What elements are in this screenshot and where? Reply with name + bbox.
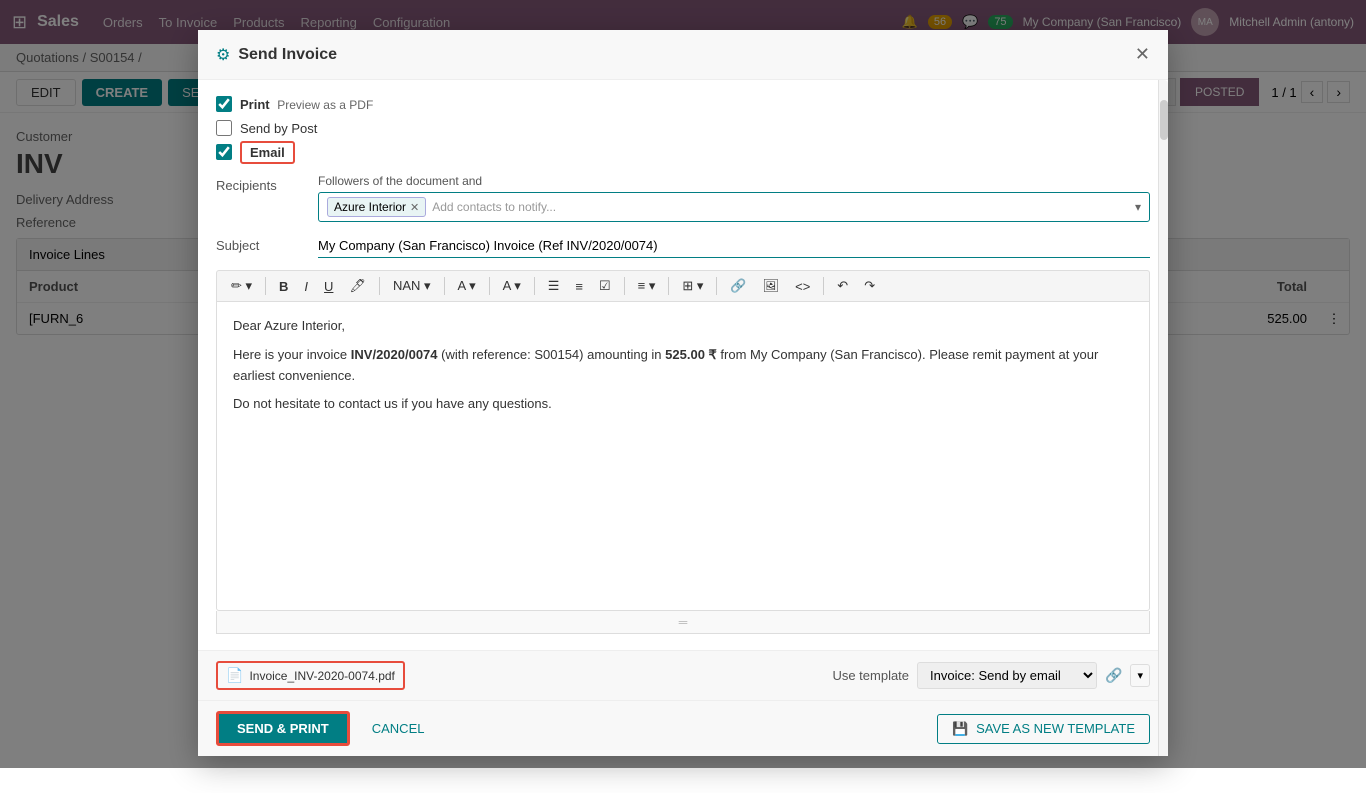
options-section: Print Preview as a PDF Send by Post Emai… xyxy=(216,96,1150,160)
toolbar-underline-btn[interactable]: U xyxy=(318,276,339,297)
send-invoice-modal: ⚙ Send Invoice ✕ Print Preview as a PDF … xyxy=(198,30,1168,756)
toolbar-bold-btn[interactable]: B xyxy=(273,276,294,297)
recipients-label: Recipients xyxy=(216,174,306,193)
recipients-input[interactable]: Azure Interior ✕ Add contacts to notify.… xyxy=(318,192,1150,222)
toolbar-undo-btn[interactable]: ↶ xyxy=(831,275,854,297)
toolbar-sep-5 xyxy=(534,277,535,295)
send-post-checkbox[interactable] xyxy=(216,120,232,136)
subject-input[interactable] xyxy=(318,234,1150,258)
email-checkbox[interactable] xyxy=(216,144,232,160)
modal-title: Send Invoice xyxy=(238,46,337,64)
toolbar-sep-3 xyxy=(444,277,445,295)
modal-overlay: ⚙ Send Invoice ✕ Print Preview as a PDF … xyxy=(0,0,1366,768)
email-line2: Do not hesitate to contact us if you hav… xyxy=(233,394,1133,415)
email-editor[interactable]: Dear Azure Interior, Here is your invoic… xyxy=(216,301,1150,611)
toolbar-sep-8 xyxy=(716,277,717,295)
modal-header: ⚙ Send Invoice ✕ xyxy=(198,30,1168,80)
toolbar-sep-1 xyxy=(265,277,266,295)
subject-label: Subject xyxy=(216,234,306,253)
editor-resize-handle[interactable]: ═ xyxy=(216,611,1150,634)
print-label: Print Preview as a PDF xyxy=(240,97,373,112)
recipients-row: Recipients Followers of the document and… xyxy=(216,174,1150,222)
toolbar-image-btn[interactable]: 🖼 xyxy=(757,275,786,297)
template-select[interactable]: Invoice: Send by email xyxy=(917,662,1097,689)
modal-footer: 📄 Invoice_INV-2020-0074.pdf Use template… xyxy=(198,650,1168,700)
template-dropdown-button[interactable]: ▾ xyxy=(1130,664,1150,687)
azure-interior-tag: Azure Interior ✕ xyxy=(327,197,426,217)
toolbar-fontsize-btn[interactable]: A ▾ xyxy=(452,275,482,297)
toolbar-strikethrough-btn[interactable]: 🖊 xyxy=(343,275,372,297)
add-contacts-placeholder: Add contacts to notify... xyxy=(432,200,556,214)
recipients-hint: Followers of the document and xyxy=(318,174,1150,188)
invoice-ref-bold: INV/2020/0074 xyxy=(351,347,438,362)
toolbar-link-btn[interactable]: 🔗 xyxy=(724,275,752,297)
recipients-field: Followers of the document and Azure Inte… xyxy=(318,174,1150,222)
send-post-label: Send by Post xyxy=(240,121,317,136)
toolbar-code-btn[interactable]: <> xyxy=(789,276,816,297)
toolbar-ul-btn[interactable]: ☰ xyxy=(542,275,566,297)
send-post-option: Send by Post xyxy=(216,120,1150,136)
modal-send-print-button[interactable]: SEND & PRINT xyxy=(216,711,350,746)
toolbar-checklist-btn[interactable]: ☑ xyxy=(593,275,617,297)
toolbar-sep-7 xyxy=(668,277,669,295)
subject-field[interactable] xyxy=(318,234,1150,258)
toolbar-color-btn[interactable]: A ▾ xyxy=(497,275,527,297)
modal-cancel-button[interactable]: CANCEL xyxy=(360,714,437,743)
toolbar-sep-4 xyxy=(489,277,490,295)
toolbar-sep-2 xyxy=(379,277,380,295)
recipients-dropdown-arrow[interactable]: ▾ xyxy=(1135,200,1141,214)
print-checkbox[interactable] xyxy=(216,96,232,112)
toolbar-style-btn[interactable]: ✏ ▾ xyxy=(225,275,258,297)
toolbar-italic-btn[interactable]: I xyxy=(298,276,314,297)
email-line1: Here is your invoice INV/2020/0074 (with… xyxy=(233,345,1133,387)
toolbar-font-btn[interactable]: NAN ▾ xyxy=(387,275,437,297)
modal-actions: SEND & PRINT CANCEL 💾 SAVE AS NEW TEMPLA… xyxy=(198,700,1168,756)
toolbar-align-btn[interactable]: ≡ ▾ xyxy=(632,275,662,297)
attachment-filename: Invoice_INV-2020-0074.pdf xyxy=(249,669,394,683)
modal-scrollbar[interactable] xyxy=(1158,80,1168,756)
modal-icon: ⚙ xyxy=(216,45,230,65)
toolbar-sep-9 xyxy=(823,277,824,295)
attachment-icon: 📄 xyxy=(226,667,243,684)
modal-body: Print Preview as a PDF Send by Post Emai… xyxy=(198,80,1168,650)
toolbar-table-btn[interactable]: ⊞ ▾ xyxy=(676,275,709,297)
amount-bold: 525.00 ₹ xyxy=(665,347,717,362)
toolbar-redo-btn[interactable]: ↷ xyxy=(858,275,881,297)
save-as-template-button[interactable]: 💾 SAVE AS NEW TEMPLATE xyxy=(937,714,1150,744)
template-external-link-button[interactable]: 🔗 xyxy=(1105,667,1122,684)
email-greeting: Dear Azure Interior, xyxy=(233,316,1133,337)
editor-toolbar: ✏ ▾ B I U 🖊 NAN ▾ A ▾ A ▾ ☰ ≡ ☑ ≡ ▾ ⊞ ▾ xyxy=(216,270,1150,301)
remove-tag-icon[interactable]: ✕ xyxy=(410,201,419,214)
subject-row: Subject xyxy=(216,234,1150,258)
resize-icon: ═ xyxy=(679,615,688,629)
template-section: Use template Invoice: Send by email 🔗 ▾ xyxy=(832,662,1150,689)
modal-close-button[interactable]: ✕ xyxy=(1135,44,1150,65)
toolbar-ol-btn[interactable]: ≡ xyxy=(569,276,589,297)
email-option: Email xyxy=(216,144,1150,160)
save-icon: 💾 xyxy=(952,721,968,736)
toolbar-sep-6 xyxy=(624,277,625,295)
email-label: Email xyxy=(240,145,295,160)
template-label: Use template xyxy=(832,668,909,683)
print-option: Print Preview as a PDF xyxy=(216,96,1150,112)
attachment-preview[interactable]: 📄 Invoice_INV-2020-0074.pdf xyxy=(216,661,405,690)
